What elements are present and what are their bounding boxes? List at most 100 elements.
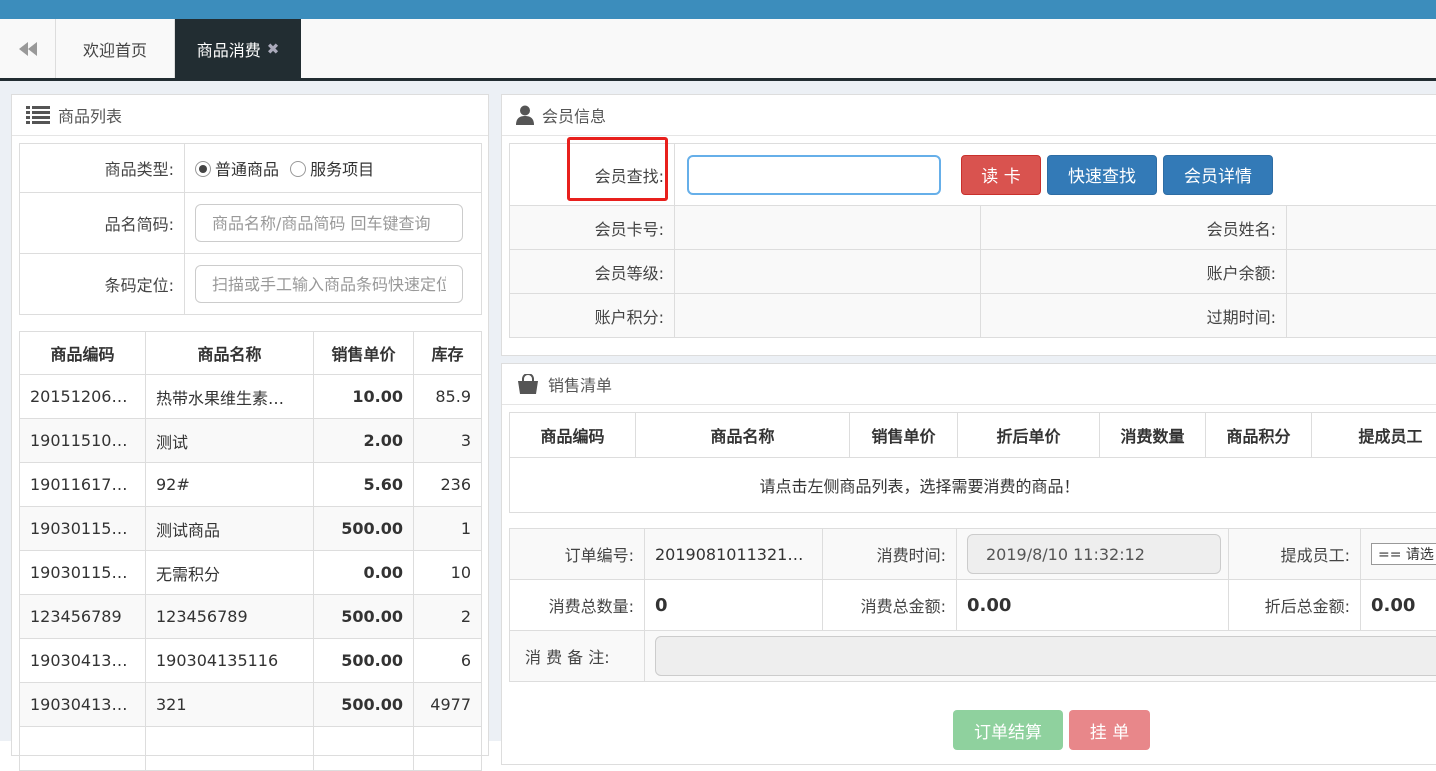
remark-label: 消 费 备 注: xyxy=(510,631,645,682)
table-row[interactable]: 19030413… 321 500.00 4977 xyxy=(20,683,482,727)
hold-order-button[interactable]: 挂 单 xyxy=(1069,710,1150,750)
product-price: 500.00 xyxy=(314,683,414,727)
product-code: 190115100… xyxy=(20,419,146,463)
product-stock: 10 xyxy=(414,551,482,595)
list-icon xyxy=(26,106,50,124)
product-price: 0.00 xyxy=(314,551,414,595)
column-header: 销售单价 xyxy=(850,413,958,458)
card-no-label: 会员卡号: xyxy=(510,206,675,250)
account-balance-value xyxy=(1287,250,1436,294)
table-row[interactable] xyxy=(20,727,482,771)
product-stock: 3 xyxy=(414,419,482,463)
radio-normal-product[interactable] xyxy=(195,161,211,177)
column-header: 商品名称 xyxy=(636,413,850,458)
product-stock: 2 xyxy=(414,595,482,639)
order-summary-table: 订单编号: 2019081011321223 消费时间: 2019/8/10 1… xyxy=(509,528,1436,682)
table-row[interactable]: 19030413… 190304135116 500.00 6 xyxy=(20,639,482,683)
product-code: 123456789 xyxy=(20,595,146,639)
product-price: 2.00 xyxy=(314,419,414,463)
product-type-label: 商品类型: xyxy=(20,144,185,193)
column-header: 消费数量 xyxy=(1100,413,1206,458)
account-points-value xyxy=(675,294,981,338)
product-price: 5.60 xyxy=(314,463,414,507)
member-name-label: 会员姓名: xyxy=(981,206,1287,250)
order-no-value: 2019081011321223 xyxy=(645,529,823,580)
panel-title: 会员信息 xyxy=(542,103,606,127)
panel-header: 商品列表 xyxy=(12,95,488,136)
commission-staff-label: 提成员工: xyxy=(1229,529,1361,580)
product-price: 500.00 xyxy=(314,639,414,683)
tab-label: 欢迎首页 xyxy=(83,37,147,61)
product-stock: 1 xyxy=(414,507,482,551)
product-list-panel: 商品列表 商品类型: 普通商品 服务项目 品名简码: 条码定位: 商品编码 商品… xyxy=(11,94,489,756)
product-table: 商品编码 商品名称 销售单价 库存 20151206… 热带水果维生素… 10.… xyxy=(19,331,482,771)
table-row[interactable]: 123456789 123456789 500.00 2 xyxy=(20,595,482,639)
sales-list-panel: 销售清单 商品编码 商品名称 销售单价 折后单价 消费数量 商品积分 提成员工 … xyxy=(501,363,1436,765)
discount-total-label: 折后总金额: xyxy=(1229,580,1361,631)
expire-time-label: 过期时间: xyxy=(981,294,1287,338)
column-header: 商品名称 xyxy=(146,332,314,375)
product-filter-table: 商品类型: 普通商品 服务项目 品名简码: 条码定位: xyxy=(19,143,482,315)
column-header: 销售单价 xyxy=(314,332,414,375)
table-row[interactable]: 190301155… 测试商品 500.00 1 xyxy=(20,507,482,551)
product-stock: 6 xyxy=(414,639,482,683)
product-name: 无需积分 xyxy=(146,551,314,595)
table-row[interactable]: 190116173… 92# 5.60 236 xyxy=(20,463,482,507)
discount-total-value: 0.00 xyxy=(1361,580,1436,631)
radio-label: 服务项目 xyxy=(310,160,374,179)
member-info-panel: 会员信息 会员查找: 读 卡 快速查找 会员详情 会员卡号: 会员姓名: 会员等… xyxy=(501,94,1436,356)
product-code: 190301155… xyxy=(20,551,146,595)
product-type-radios: 普通商品 服务项目 xyxy=(185,144,482,193)
checkout-button[interactable]: 订单结算 xyxy=(953,710,1063,750)
column-header: 折后单价 xyxy=(958,413,1100,458)
remark-input[interactable] xyxy=(655,636,1436,676)
tab-scroll-left-button[interactable] xyxy=(0,19,56,78)
product-code: 19030413… xyxy=(20,639,146,683)
product-name-search-input[interactable] xyxy=(195,204,463,242)
tab-bar: 欢迎首页 商品消费 ✖ xyxy=(0,19,1436,81)
product-name: 321 xyxy=(146,683,314,727)
expire-time-value xyxy=(1287,294,1436,338)
member-search-input[interactable] xyxy=(687,155,941,195)
card-no-value xyxy=(675,206,981,250)
product-code: 190116173… xyxy=(20,463,146,507)
tab-product-consumption[interactable]: 商品消费 ✖ xyxy=(175,19,301,78)
order-no-label: 订单编号: xyxy=(510,529,645,580)
total-quantity-value: 0 xyxy=(645,580,823,631)
product-code: 20151206… xyxy=(20,375,146,419)
panel-header: 会员信息 xyxy=(502,95,1436,136)
total-amount-label: 消费总金额: xyxy=(823,580,957,631)
top-header-bar xyxy=(0,0,1436,19)
commission-staff-select[interactable]: == 请选 xyxy=(1371,543,1436,565)
member-info-table: 会员查找: 读 卡 快速查找 会员详情 会员卡号: 会员姓名: 会员等级: 账户… xyxy=(509,143,1436,338)
product-stock: 236 xyxy=(414,463,482,507)
product-name: 测试 xyxy=(146,419,314,463)
user-icon xyxy=(516,105,534,125)
consume-time-field[interactable]: 2019/8/10 11:32:12 xyxy=(967,534,1221,574)
total-amount-value: 0.00 xyxy=(957,580,1229,631)
table-row[interactable]: 190115100… 测试 2.00 3 xyxy=(20,419,482,463)
close-icon[interactable]: ✖ xyxy=(267,40,280,58)
product-price: 500.00 xyxy=(314,507,414,551)
consume-time-label: 消费时间: xyxy=(823,529,957,580)
table-row[interactable]: 190301155… 无需积分 0.00 10 xyxy=(20,551,482,595)
barcode-input[interactable] xyxy=(195,265,463,303)
empty-message: 请点击左侧商品列表，选择需要消费的商品！ xyxy=(510,458,1436,513)
tab-welcome-home[interactable]: 欢迎首页 xyxy=(56,19,175,78)
account-balance-label: 账户余额: xyxy=(981,250,1287,294)
table-row[interactable]: 20151206… 热带水果维生素… 10.00 85.9 xyxy=(20,375,482,419)
member-detail-button[interactable]: 会员详情 xyxy=(1163,155,1273,195)
product-name: 123456789 xyxy=(146,595,314,639)
column-header: 商品编码 xyxy=(510,413,636,458)
radio-service-item[interactable] xyxy=(290,161,306,177)
column-header: 商品积分 xyxy=(1206,413,1312,458)
double-chevron-left-icon xyxy=(19,42,37,56)
member-level-value xyxy=(675,250,981,294)
read-card-button[interactable]: 读 卡 xyxy=(961,155,1041,195)
product-name: 92# xyxy=(146,463,314,507)
product-code: 19030413… xyxy=(20,683,146,727)
column-header: 商品编码 xyxy=(20,332,146,375)
panel-title: 销售清单 xyxy=(548,372,612,396)
quick-search-button[interactable]: 快速查找 xyxy=(1047,155,1157,195)
barcode-label: 条码定位: xyxy=(20,254,185,315)
